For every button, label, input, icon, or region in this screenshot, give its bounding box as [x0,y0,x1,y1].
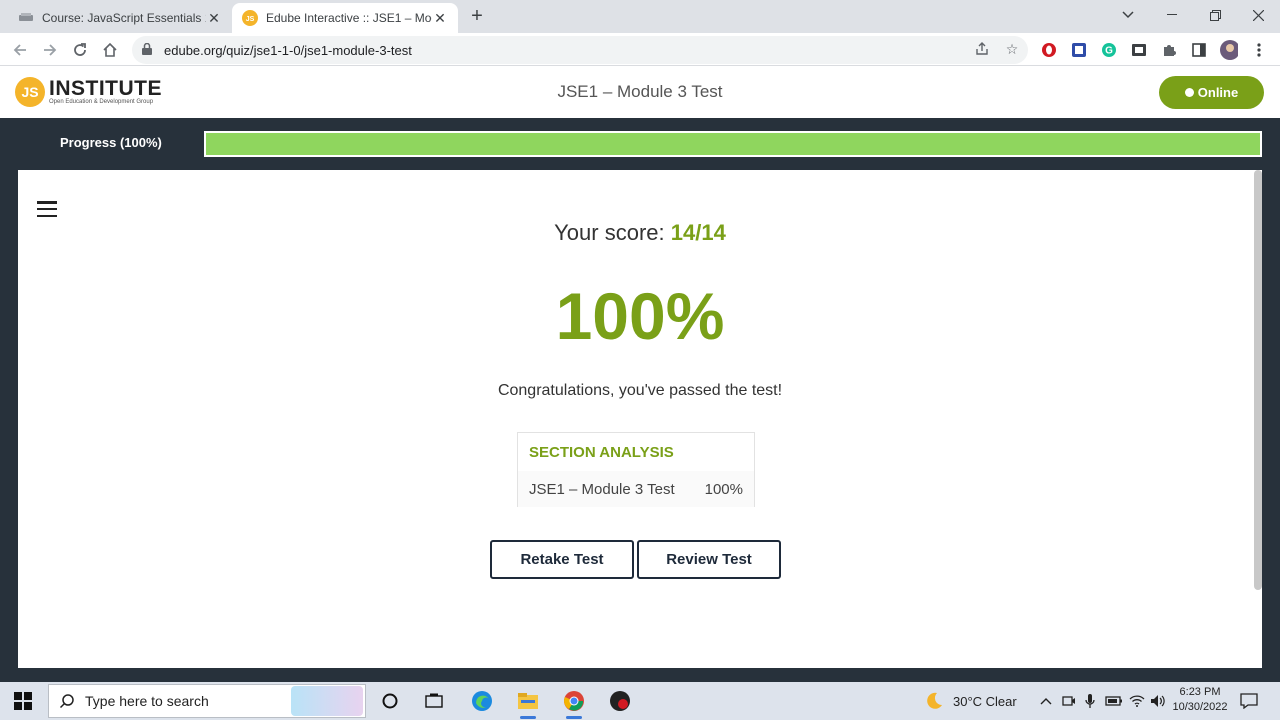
search-highlight-art-icon [291,686,363,716]
browser-menu-icon[interactable] [1250,41,1268,59]
reader-extension-icon[interactable] [1070,41,1088,59]
tray-chevron-icon[interactable] [1040,682,1052,720]
retake-test-button[interactable]: Retake Test [490,540,634,579]
score-line: Your score: 14/14 [18,220,1262,246]
progress-label: Progress (100%) [60,135,162,150]
svg-text:G: G [1105,46,1113,57]
review-test-button[interactable]: Review Test [637,540,781,579]
hamburger-menu-icon[interactable] [37,201,57,217]
section-analysis-heading: SECTION ANALYSIS [529,443,674,461]
section-analysis-table: SECTION ANALYSIS JSE1 – Module 3 Test 10… [517,432,755,507]
profile-avatar[interactable] [1220,40,1238,60]
search-placeholder: Type here to search [85,693,209,709]
online-dot-icon [1184,88,1194,97]
back-icon[interactable] [8,38,32,62]
tab-course-close-icon[interactable]: ✕ [206,10,222,26]
windows-start-icon[interactable] [14,692,32,710]
share-icon[interactable] [972,39,992,59]
minimize-window-icon[interactable] [1150,0,1194,30]
reload-icon[interactable] [68,38,92,62]
section-name: JSE1 – Module 3 Test [529,480,675,498]
score-percent: 100% [555,279,725,353]
taskbar-clock[interactable]: 6:23 PM 10/30/2022 [1168,685,1232,715]
cortana-icon[interactable] [377,688,403,714]
section-score: 100% [704,480,743,498]
online-status-label: Online [1197,85,1239,100]
edge-browser-icon[interactable] [469,688,495,714]
clock-date: 10/30/2022 [1172,701,1228,713]
tab-course-title: Course: JavaScript Essentials 1 En [42,11,206,25]
tab-edube-close-icon[interactable]: ✕ [432,10,448,26]
home-icon[interactable] [98,38,122,62]
tab-search-chevron-icon[interactable] [1106,0,1150,30]
page-header: JS INSTITUTE Open Education & Developmen… [0,67,1280,118]
close-window-icon[interactable] [1236,0,1280,30]
bookmark-star-icon[interactable]: ☆ [1002,39,1022,59]
screenshot-extension-icon[interactable] [1130,41,1148,59]
tab-course[interactable]: Course: JavaScript Essentials 1 En ✕ [8,3,232,33]
online-status-badge[interactable]: Online [1159,76,1264,109]
score-prefix: Your score: [554,220,665,245]
address-bar[interactable]: edube.org/quiz/jse1-1-0/jse1-module-3-te… [132,36,1028,64]
url-text: edube.org/quiz/jse1-1-0/jse1-module-3-te… [164,42,412,58]
results-card: Your score: 14/14 100% Congratulations, … [18,170,1262,668]
progress-bar [204,131,1262,157]
search-icon [59,694,74,709]
battery-icon[interactable] [1105,682,1123,720]
chrome-browser-icon[interactable] [561,688,587,719]
score-value: 14/14 [670,220,726,245]
windows-taskbar: Type here to search 30°C Clear 6:23 PM 1… [0,682,1280,720]
microphone-icon[interactable] [1085,682,1095,720]
moon-weather-icon [927,692,942,709]
browser-tab-strip: Course: JavaScript Essentials 1 En ✕ JS … [0,0,1280,33]
side-panel-icon[interactable] [1190,41,1208,59]
recorder-app-icon[interactable] [607,688,633,714]
quiz-frame: Progress (100%) Your score: 14/14 100% C… [0,118,1280,682]
tab-edube-title: Edube Interactive :: JSE1 – Modu [266,11,432,25]
edube-favicon-icon: JS [242,10,258,26]
restore-window-icon[interactable] [1193,0,1237,30]
forward-icon[interactable] [38,38,62,62]
progress-bar-fill [206,133,1260,155]
tab-edube[interactable]: JS Edube Interactive :: JSE1 – Modu ✕ [232,3,458,33]
table-row: JSE1 – Module 3 Test 100% [518,471,754,507]
opera-extension-icon[interactable] [1040,41,1058,59]
taskbar-search-box[interactable]: Type here to search [48,684,366,718]
course-favicon-icon [18,10,34,26]
task-view-icon[interactable] [421,688,447,714]
volume-icon[interactable] [1150,682,1166,720]
weather-widget[interactable]: 30°C Clear [923,682,1017,720]
wifi-icon[interactable] [1129,682,1145,720]
svg-text:JS: JS [246,16,255,23]
browser-toolbar: edube.org/quiz/jse1-1-0/jse1-module-3-te… [0,33,1280,66]
new-tab-button[interactable]: + [466,6,488,28]
extensions-puzzle-icon[interactable] [1160,41,1178,59]
lock-icon[interactable] [142,42,156,58]
clock-time: 6:23 PM [1179,686,1221,698]
weather-text: 30°C Clear [953,693,1017,709]
grammarly-extension-icon[interactable]: G [1100,41,1118,59]
pass-message: Congratulations, you've passed the test! [497,382,783,399]
file-explorer-icon[interactable] [515,688,541,719]
notifications-icon[interactable] [1240,682,1258,720]
meet-now-icon[interactable] [1062,682,1076,720]
page-title: JSE1 – Module 3 Test [557,82,723,101]
